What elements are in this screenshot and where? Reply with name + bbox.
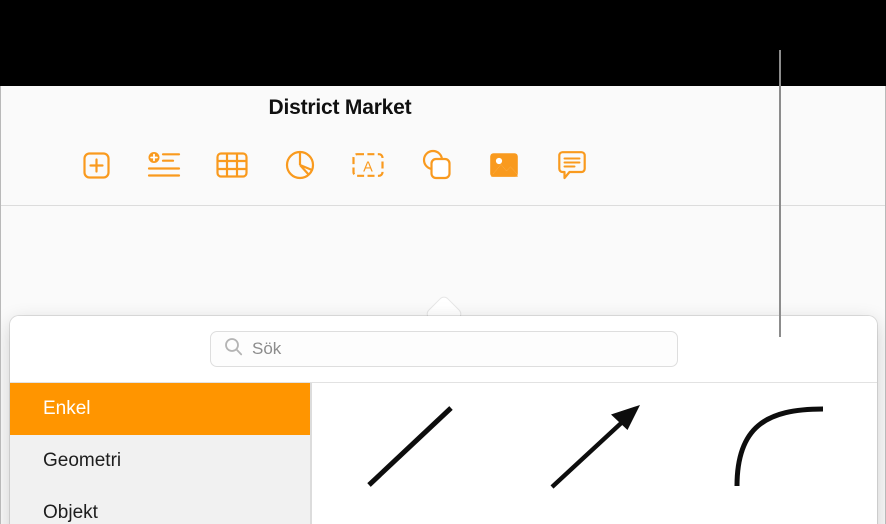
add-page-button[interactable] <box>74 140 118 190</box>
popover-body: Enkel Geometri Objekt Djur <box>10 382 877 524</box>
insert-text-button[interactable]: A <box>346 140 390 190</box>
arrow-shape-icon <box>539 397 649 507</box>
shape-grid <box>312 383 877 524</box>
sidebar-item-enkel[interactable]: Enkel <box>10 383 310 435</box>
shapes-overlap-icon <box>419 148 453 182</box>
shape-circle[interactable] <box>689 520 877 524</box>
insert-table-button[interactable] <box>210 140 254 190</box>
comment-bubble-icon <box>557 149 587 181</box>
shape-arrow[interactable] <box>500 383 688 520</box>
photo-image-icon <box>487 151 521 179</box>
add-list-button[interactable] <box>142 140 186 190</box>
text-box-a-icon: A <box>350 150 386 180</box>
line-shape-icon <box>351 397 461 507</box>
document-title: District Market <box>268 96 412 119</box>
shape-square[interactable] <box>312 520 500 524</box>
plus-in-rounded-square-icon <box>81 150 112 181</box>
search-field[interactable]: Sök <box>210 331 678 367</box>
shape-rounded-square[interactable] <box>500 520 688 524</box>
title-bar: District Market <box>0 86 886 132</box>
insert-media-button[interactable] <box>482 140 526 190</box>
screen-root: District Market A Sök Enkel Geometri Obj… <box>0 0 886 524</box>
callout-pointer-line <box>779 50 781 337</box>
search-icon <box>224 337 243 361</box>
pie-chart-icon <box>284 149 316 181</box>
insert-chart-button[interactable] <box>278 140 322 190</box>
insert-comment-button[interactable] <box>550 140 594 190</box>
shape-category-sidebar: Enkel Geometri Objekt Djur <box>10 382 310 524</box>
svg-text:A: A <box>363 160 373 176</box>
shape-gallery <box>312 382 877 524</box>
search-input-placeholder[interactable]: Sök <box>252 339 281 359</box>
bulleted-list-plus-icon <box>146 150 182 181</box>
toolbar: A <box>0 132 886 206</box>
insert-shape-button[interactable] <box>414 140 458 190</box>
shapes-popover: Sök Enkel Geometri Objekt Djur <box>10 316 877 524</box>
sidebar-item-label: Geometri <box>43 450 122 471</box>
curved-line-shape-icon <box>728 397 838 507</box>
toolbar-icon-group: A <box>74 140 594 190</box>
app-window: District Market A Sök Enkel Geometri Obj… <box>0 86 886 524</box>
shape-line[interactable] <box>312 383 500 520</box>
popover-pointer <box>424 294 464 317</box>
letterbox-top-bar <box>0 0 886 86</box>
shape-curved-line[interactable] <box>689 383 877 520</box>
sidebar-item-label: Objekt <box>43 502 98 523</box>
table-grid-icon <box>215 150 249 180</box>
sidebar-item-objekt[interactable]: Objekt <box>10 487 310 524</box>
sidebar-item-geometri[interactable]: Geometri <box>10 435 310 487</box>
search-row: Sök <box>10 316 877 382</box>
sidebar-item-label: Enkel <box>43 398 91 419</box>
